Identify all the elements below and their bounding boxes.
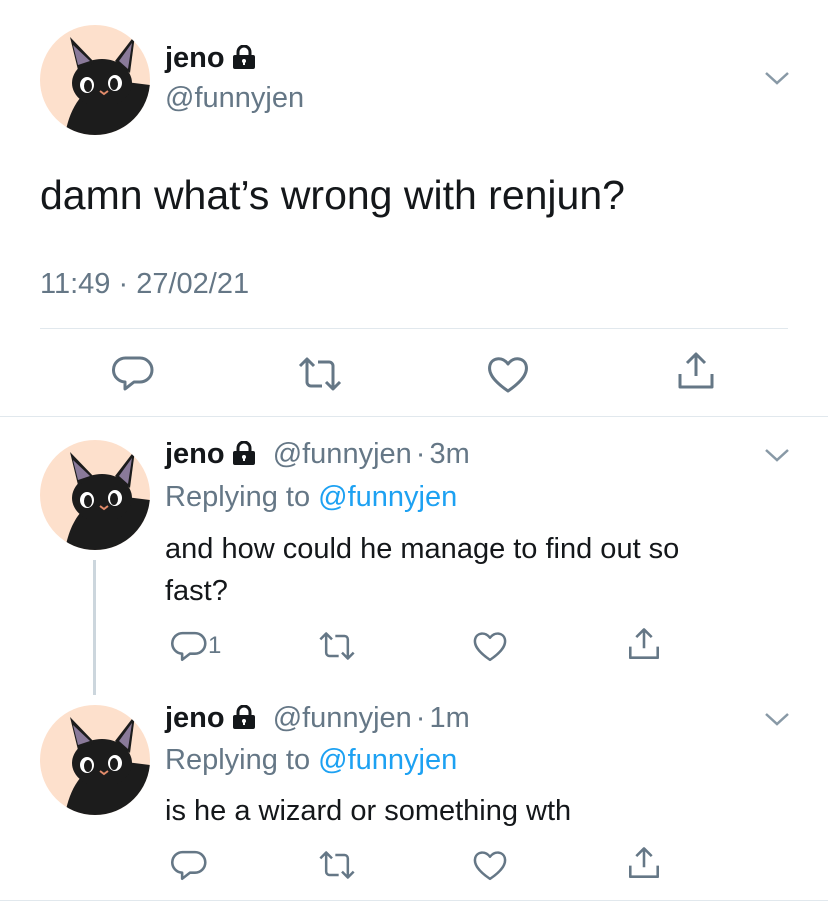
divider: [40, 328, 788, 329]
cat-avatar-image: [65, 715, 150, 815]
author-handle[interactable]: @funnyjen: [273, 438, 412, 470]
reply-icon[interactable]: [112, 352, 154, 399]
tweet-text: damn what’s wrong with renjun?: [40, 172, 625, 218]
author-name[interactable]: jeno: [165, 702, 225, 734]
like-icon[interactable]: [472, 848, 508, 887]
cat-avatar-image: [65, 450, 150, 550]
avatar[interactable]: [40, 705, 150, 815]
reply-icon[interactable]: [171, 628, 207, 669]
replying-to-label: Replying to: [165, 744, 319, 776]
bottom-divider: [0, 900, 828, 901]
author-name[interactable]: jeno: [165, 42, 225, 74]
tweet-text-line: and how could he manage to find out so: [165, 533, 680, 565]
tweet-text-line: fast?: [165, 575, 228, 607]
reply-icon[interactable]: [171, 847, 207, 888]
author-name[interactable]: jeno: [165, 438, 225, 470]
separator-dot: ·: [415, 438, 426, 470]
author-handle[interactable]: @funnyjen: [273, 702, 412, 734]
replying-to-link[interactable]: @funnyjen: [318, 481, 457, 513]
tweet-text-line: is he a wizard or something wth: [165, 795, 572, 827]
cat-avatar-image: [65, 35, 150, 135]
share-icon[interactable]: [675, 350, 717, 397]
retweet-icon[interactable]: [317, 848, 357, 887]
tweet-time[interactable]: 3m: [429, 438, 469, 470]
author-handle[interactable]: @funnyjen: [165, 82, 304, 115]
section-divider: [0, 416, 828, 417]
tweet-time[interactable]: 1m: [429, 702, 469, 734]
chevron-down-icon[interactable]: [764, 70, 790, 91]
like-icon[interactable]: [486, 354, 530, 399]
thread-line: [93, 560, 96, 695]
lock-icon: [231, 704, 257, 737]
reply-count: 1: [208, 632, 222, 659]
avatar[interactable]: [40, 25, 150, 135]
separator-dot: ·: [415, 702, 426, 734]
retweet-icon[interactable]: [296, 354, 344, 399]
lock-icon: [231, 440, 257, 473]
tweet-timestamp[interactable]: 11:49 · 27/02/21: [40, 268, 249, 301]
retweet-icon[interactable]: [317, 629, 357, 668]
avatar[interactable]: [40, 440, 150, 550]
chevron-down-icon[interactable]: [764, 447, 790, 468]
lock-icon: [231, 44, 257, 74]
replying-to-label: Replying to: [165, 481, 319, 513]
chevron-down-icon[interactable]: [764, 711, 790, 732]
like-icon[interactable]: [472, 629, 508, 668]
share-icon[interactable]: [626, 845, 662, 886]
share-icon[interactable]: [626, 626, 662, 667]
replying-to-link[interactable]: @funnyjen: [318, 744, 457, 776]
